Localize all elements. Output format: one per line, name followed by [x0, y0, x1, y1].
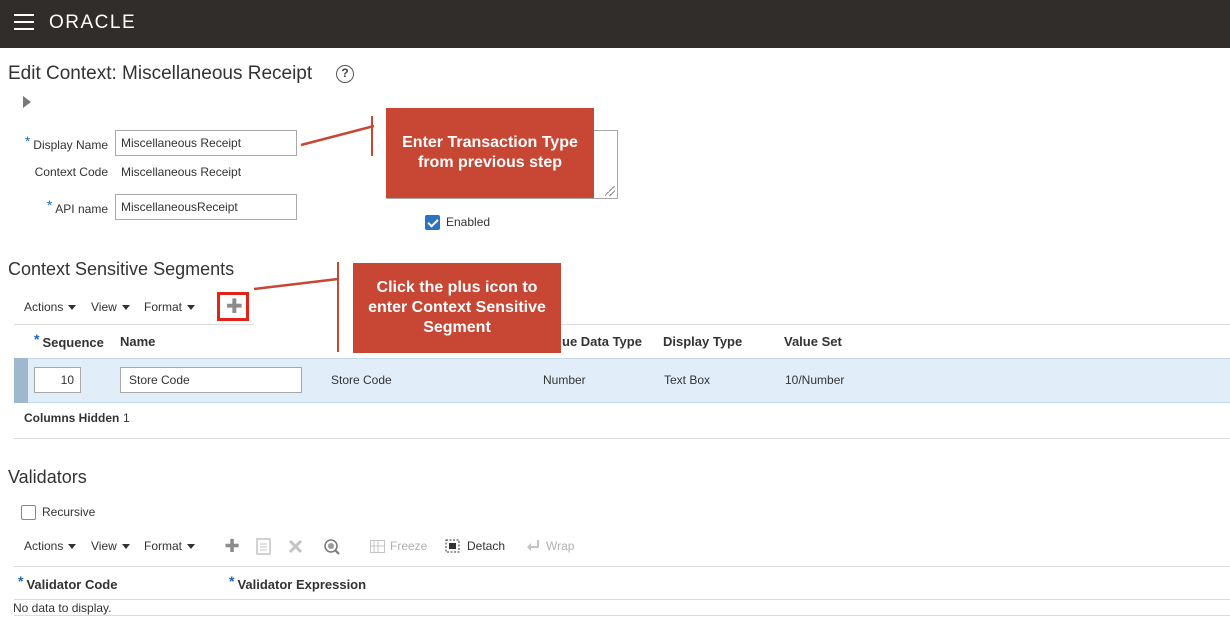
column-header-sequence[interactable]: * Sequence: [34, 331, 104, 350]
edit-validator-icon: [256, 538, 271, 555]
row-selection-marker[interactable]: [14, 358, 28, 403]
column-header-value-data-type[interactable]: ue Data Type: [562, 334, 642, 349]
detach-icon[interactable]: [445, 539, 460, 553]
delete-validator-icon: [288, 539, 303, 554]
segment-name-input[interactable]: [120, 367, 302, 393]
required-icon: *: [46, 197, 53, 213]
context-code-value: Miscellaneous Receipt: [121, 165, 242, 179]
segments-table-bottom-border: [14, 438, 1230, 439]
empty-table-message: No data to display.: [13, 601, 112, 615]
view-label: View: [91, 539, 117, 553]
context-code-label: Context Code: [34, 165, 108, 179]
column-header-display-type[interactable]: Display Type: [663, 334, 742, 349]
api-name-label: * API name: [18, 197, 108, 216]
help-icon[interactable]: ?: [336, 65, 354, 83]
validators-header-top-border: [14, 566, 1230, 567]
enabled-label: Enabled: [446, 215, 491, 229]
column-header-value-set[interactable]: Value Set: [784, 334, 842, 349]
chevron-down-icon: [68, 544, 77, 550]
menu-icon[interactable]: [14, 14, 34, 32]
segments-view-menu[interactable]: View: [91, 300, 130, 314]
columns-hidden-label: Columns Hidden: [24, 411, 120, 425]
column-header-name[interactable]: Name: [120, 334, 155, 349]
column-header-validator-expression[interactable]: * Validator Expression: [229, 573, 367, 592]
validator-expression-header-text: Validator Expression: [237, 577, 367, 592]
view-label: View: [91, 300, 117, 314]
display-name-label-text: Display Name: [33, 138, 108, 152]
format-label: Format: [144, 539, 183, 553]
enabled-checkbox[interactable]: [425, 215, 440, 230]
table-header-top-border: [14, 324, 254, 325]
value-set-cell: 10/Number: [785, 373, 845, 387]
sequence-input[interactable]: [34, 367, 81, 393]
required-icon: *: [24, 133, 31, 149]
segment-code-cell: Store Code: [331, 373, 392, 387]
validators-section-title: Validators: [8, 467, 87, 487]
display-name-label: * Display Name: [18, 133, 108, 152]
chevron-down-icon: [121, 544, 130, 550]
top-bar: ORACLE: [0, 0, 1230, 48]
actions-label: Actions: [24, 300, 64, 314]
detach-button[interactable]: Detach: [467, 539, 505, 553]
required-icon: *: [18, 573, 24, 589]
validators-table-bottom-border: [14, 615, 1230, 616]
recursive-label: Recursive: [42, 505, 96, 519]
sequence-header-text: Sequence: [42, 335, 104, 350]
callout-connector-1: [300, 116, 375, 156]
freeze-icon: [370, 540, 385, 553]
column-header-validator-code[interactable]: * Validator Code: [18, 573, 118, 592]
display-type-cell: Text Box: [664, 373, 711, 387]
api-name-label-text: API name: [55, 202, 108, 216]
required-icon: *: [229, 573, 235, 589]
add-validator-icon[interactable]: ✚: [223, 537, 241, 555]
validator-code-header-text: Validator Code: [26, 577, 118, 592]
display-name-input[interactable]: [115, 130, 297, 156]
plus-icon: ✚: [226, 296, 243, 318]
validators-actions-menu[interactable]: Actions: [24, 539, 77, 553]
wrap-icon: [527, 540, 539, 551]
chevron-down-icon: [187, 305, 196, 311]
wrap-button: Wrap: [546, 539, 575, 553]
api-name-input[interactable]: [115, 194, 297, 220]
value-data-type-cell: Number: [543, 373, 586, 387]
chevron-down-icon: [187, 544, 196, 550]
format-label: Format: [144, 300, 183, 314]
columns-hidden-count[interactable]: 1: [123, 411, 130, 425]
add-segment-button[interactable]: ✚: [217, 292, 249, 321]
callout-transaction-type: Enter Transaction Type from previous ste…: [386, 108, 594, 198]
validators-format-menu[interactable]: Format: [144, 539, 196, 553]
validators-view-menu[interactable]: View: [91, 539, 130, 553]
segments-actions-menu[interactable]: Actions: [24, 300, 77, 314]
validators-header-bottom-border: [14, 599, 1230, 600]
callout-plus-icon: Click the plus icon to enter Context Sen…: [353, 263, 561, 353]
freeze-button: Freeze: [390, 539, 428, 553]
resize-handle-icon[interactable]: [605, 186, 615, 196]
chevron-down-icon: [68, 305, 77, 311]
actions-label: Actions: [24, 539, 64, 553]
disclosure-triangle-icon[interactable]: [23, 96, 31, 108]
query-by-example-icon[interactable]: [323, 538, 341, 556]
page-title: Edit Context: Miscellaneous Receipt: [8, 63, 313, 84]
table-header-top-border: [561, 324, 1230, 325]
segments-format-menu[interactable]: Format: [144, 300, 196, 314]
callout-connector-2: [253, 262, 339, 352]
segments-section-title: Context Sensitive Segments: [8, 259, 235, 279]
recursive-checkbox[interactable]: [21, 505, 36, 520]
required-icon: *: [34, 331, 40, 347]
chevron-down-icon: [121, 305, 130, 311]
oracle-logo[interactable]: ORACLE: [49, 12, 136, 34]
